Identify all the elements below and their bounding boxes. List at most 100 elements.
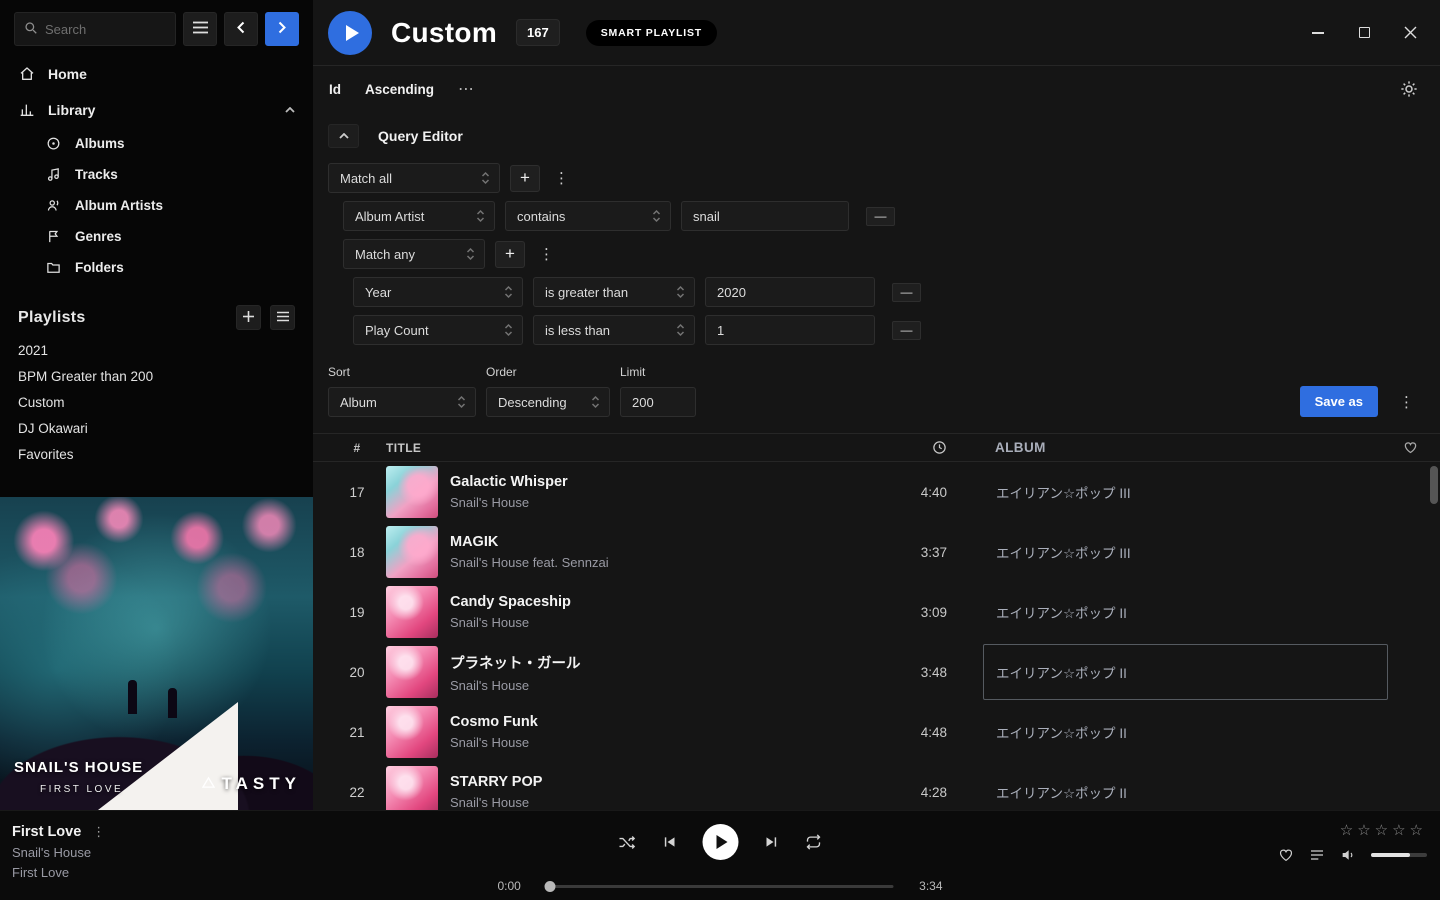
now-playing-artist: Snail's House <box>12 845 105 860</box>
playlist-item[interactable]: Favorites <box>0 442 313 468</box>
limit-input[interactable] <box>620 387 696 417</box>
minimize-button[interactable] <box>1310 25 1326 41</box>
play-playlist-button[interactable] <box>328 11 372 55</box>
table-row[interactable]: 20プラネット・ガールSnail's House3:48エイリアン☆ポップ II <box>313 642 1440 702</box>
more-options-button[interactable]: ⋯ <box>458 79 475 99</box>
next-track-button[interactable] <box>764 834 780 850</box>
play-pause-button[interactable] <box>703 824 739 860</box>
rule-value-input[interactable] <box>681 201 849 231</box>
volume-slider[interactable] <box>1371 853 1427 857</box>
previous-track-button[interactable] <box>662 834 678 850</box>
sidebar-item-albums[interactable]: Albums <box>0 128 313 159</box>
track-rows: 17Galactic WhisperSnail's House4:40エイリアン… <box>313 462 1440 810</box>
repeat-button[interactable] <box>805 833 823 851</box>
track-album[interactable]: エイリアン☆ポップ III <box>983 464 1388 520</box>
track-album[interactable]: エイリアン☆ポップ II <box>983 644 1388 700</box>
group-options-button[interactable]: ⋮ <box>535 245 558 263</box>
rule-operator-select[interactable]: contains <box>505 201 671 231</box>
sidebar-item-library[interactable]: Library <box>0 92 313 128</box>
volume-icon <box>1340 847 1356 863</box>
playlist-item[interactable]: DJ Okawari <box>0 416 313 442</box>
playlist-list: 2021BPM Greater than 200CustomDJ Okawari… <box>0 338 313 468</box>
hamburger-icon <box>193 21 208 37</box>
playlist-item[interactable]: BPM Greater than 200 <box>0 364 313 390</box>
nav-forward-button[interactable] <box>265 12 299 46</box>
artist-icon <box>45 198 62 213</box>
match-mode-select[interactable]: Match any <box>343 239 485 269</box>
maximize-button[interactable] <box>1356 25 1372 41</box>
remove-rule-button[interactable]: — <box>892 283 921 302</box>
add-rule-button[interactable]: + <box>495 241 525 268</box>
table-row[interactable]: 22STARRY POPSnail's House4:28エイリアン☆ポップ I… <box>313 762 1440 810</box>
seek-bar-handle[interactable] <box>545 881 556 892</box>
rule-value-input[interactable] <box>705 277 875 307</box>
column-duration[interactable] <box>887 440 947 455</box>
remove-rule-button[interactable]: — <box>892 321 921 340</box>
sort-direction-button[interactable]: Ascending <box>365 82 434 97</box>
rating-stars[interactable]: ☆☆☆☆☆ <box>1340 823 1427 838</box>
track-number: 21 <box>328 725 386 740</box>
search-box[interactable] <box>14 12 176 46</box>
track-album[interactable]: エイリアン☆ポップ III <box>983 524 1388 580</box>
now-playing-info: First Love ⋮ Snail's House First Love <box>12 824 105 880</box>
sidebar-item-tracks[interactable]: Tracks <box>0 159 313 190</box>
query-options-button[interactable]: ⋮ <box>1395 393 1418 411</box>
playlist-item[interactable]: 2021 <box>0 338 313 364</box>
shuffle-button[interactable] <box>618 833 637 852</box>
playlist-list-view-button[interactable] <box>270 305 295 330</box>
rule-field-select[interactable]: Play Count <box>353 315 523 345</box>
collapse-query-editor-button[interactable] <box>328 124 359 148</box>
order-label: Order <box>486 365 610 379</box>
seek-bar[interactable] <box>547 885 894 888</box>
sidebar-item-folders[interactable]: Folders <box>0 252 313 283</box>
group-options-button[interactable]: ⋮ <box>550 169 573 187</box>
table-row[interactable]: 17Galactic WhisperSnail's House4:40エイリアン… <box>313 462 1440 522</box>
volume-button[interactable] <box>1340 847 1356 863</box>
close-button[interactable] <box>1402 25 1418 41</box>
now-playing-cover[interactable]: SNAIL'S HOUSE FIRST LOVE TASTY <box>0 497 313 810</box>
now-playing-menu-button[interactable]: ⋮ <box>92 824 105 840</box>
chevron-up-icon[interactable] <box>285 107 295 113</box>
queue-button[interactable] <box>1309 847 1325 863</box>
sort-order-limit-row: Sort Album Order Descending Limit Sav <box>328 365 1418 417</box>
track-number: 20 <box>328 665 386 680</box>
nav-back-button[interactable] <box>224 12 258 46</box>
table-row[interactable]: 18MAGIKSnail's House feat. Sennzai3:37エイ… <box>313 522 1440 582</box>
rule-field-select[interactable]: Album Artist <box>343 201 495 231</box>
column-album[interactable]: ALBUM <box>983 440 1388 455</box>
sidebar-item-genres[interactable]: Genres <box>0 221 313 252</box>
order-select[interactable]: Descending <box>486 387 610 417</box>
rule-operator-select[interactable]: is less than <box>533 315 695 345</box>
tracklist-scrollbar[interactable] <box>1430 466 1438 504</box>
remove-rule-button[interactable]: — <box>866 207 895 226</box>
now-playing-album: First Love <box>12 865 105 880</box>
sort-field-button[interactable]: Id <box>329 82 341 97</box>
track-album[interactable]: エイリアン☆ポップ II <box>983 764 1388 810</box>
search-input[interactable] <box>45 22 166 37</box>
menu-button[interactable] <box>183 12 217 46</box>
sort-select[interactable]: Album <box>328 387 476 417</box>
track-album[interactable]: エイリアン☆ポップ II <box>983 584 1388 640</box>
sidebar-item-home[interactable]: Home <box>0 56 313 92</box>
track-album[interactable]: エイリアン☆ポップ II <box>983 704 1388 760</box>
table-row[interactable]: 19Candy SpaceshipSnail's House3:09エイリアン☆… <box>313 582 1440 642</box>
rule-field-select[interactable]: Year <box>353 277 523 307</box>
match-mode-select[interactable]: Match all <box>328 163 500 193</box>
rule-operator-select[interactable]: is greater than <box>533 277 695 307</box>
column-number[interactable]: # <box>328 441 386 455</box>
settings-button[interactable] <box>1400 80 1418 98</box>
album-art-thumbnail <box>386 526 438 578</box>
column-favorite[interactable] <box>1388 440 1418 455</box>
disc-icon <box>45 136 62 151</box>
rule-value-input[interactable] <box>705 315 875 345</box>
album-art-thumbnail <box>386 586 438 638</box>
add-playlist-button[interactable] <box>236 305 261 330</box>
save-as-button[interactable]: Save as <box>1300 386 1378 417</box>
sidebar-item-album-artists[interactable]: Album Artists <box>0 190 313 221</box>
add-rule-button[interactable]: + <box>510 165 540 192</box>
favorite-button[interactable] <box>1278 847 1294 863</box>
column-title[interactable]: TITLE <box>386 441 887 455</box>
table-row[interactable]: 21Cosmo FunkSnail's House4:48エイリアン☆ポップ I… <box>313 702 1440 762</box>
playlist-item[interactable]: Custom <box>0 390 313 416</box>
track-artist: Snail's House <box>450 615 887 630</box>
